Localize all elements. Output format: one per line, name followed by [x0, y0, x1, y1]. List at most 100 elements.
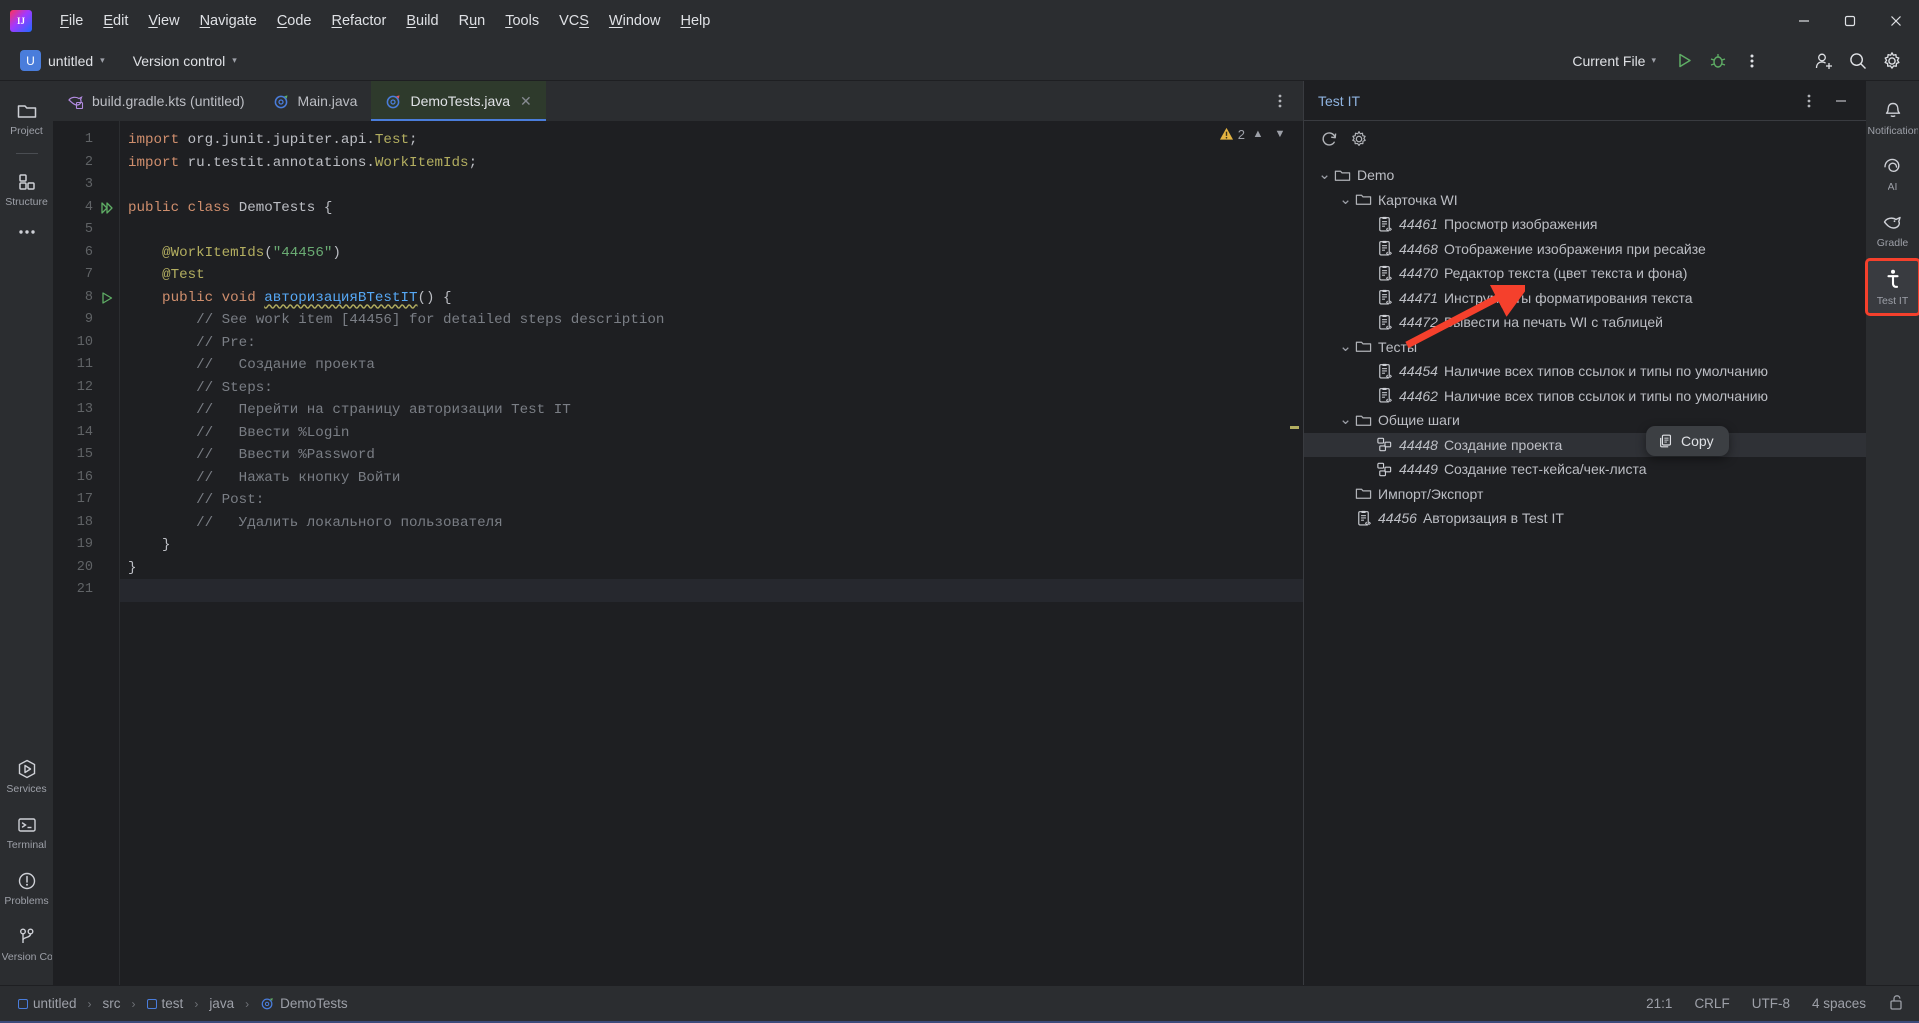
sidebar-item-ai[interactable]: AI	[1868, 149, 1918, 199]
sidebar-item-problems[interactable]: Problems	[2, 863, 52, 913]
menu-run[interactable]: Run	[449, 9, 496, 33]
code-line[interactable]: // Ввести %Login	[120, 422, 1303, 445]
menu-vcs[interactable]: VCS	[549, 9, 599, 33]
tree-row[interactable]: 44456 Авторизация в Test IT	[1304, 506, 1866, 531]
sidebar-item-terminal[interactable]: Terminal	[2, 807, 52, 857]
editor-marker-stripe[interactable]	[1290, 121, 1299, 985]
chevron-down-icon[interactable]: ▼	[1271, 125, 1289, 143]
code-line[interactable]: // Нажать кнопку Войти	[120, 467, 1303, 490]
code-line[interactable]: // See work item [44456] for detailed st…	[120, 309, 1303, 332]
line-separator[interactable]: CRLF	[1694, 996, 1729, 1011]
copy-popup[interactable]: Copy	[1646, 425, 1729, 456]
run-button[interactable]	[1669, 47, 1699, 75]
code-line[interactable]: @Test	[120, 264, 1303, 287]
code-line[interactable]: // Перейти на страницу авторизации Test …	[120, 399, 1303, 422]
tree-row[interactable]: 44461 Просмотр изображения	[1304, 212, 1866, 237]
caret-position[interactable]: 21:1	[1646, 996, 1672, 1011]
settings-button[interactable]	[1877, 47, 1907, 75]
breadcrumb-item[interactable]: test	[143, 994, 188, 1013]
more-actions-button[interactable]	[1737, 47, 1767, 75]
window-minimize-button[interactable]	[1781, 0, 1827, 41]
menu-code[interactable]: Code	[267, 9, 322, 33]
sidebar-more-button[interactable]	[2, 220, 52, 243]
code-line[interactable]: // Создание проекта	[120, 354, 1303, 377]
tree-row[interactable]: 44454 Наличие всех типов ссылок и типы по…	[1304, 359, 1866, 384]
tree-row[interactable]: ⌄ Тесты	[1304, 335, 1866, 360]
code-line[interactable]	[120, 174, 1303, 197]
breadcrumb-item[interactable]: DemoTests	[256, 994, 352, 1013]
testit-hide-button[interactable]	[1826, 87, 1856, 115]
search-everywhere-button[interactable]	[1843, 47, 1873, 75]
menu-window[interactable]: Window	[599, 9, 671, 33]
menu-tools[interactable]: Tools	[495, 9, 549, 33]
code-line[interactable]: // Pre:	[120, 332, 1303, 355]
editor-code[interactable]: import org.junit.jupiter.api.Test; import…	[119, 121, 1303, 985]
chevron-up-icon[interactable]: ▲	[1249, 125, 1267, 143]
tree-row-selected[interactable]: 44448 Создание проекта	[1304, 432, 1866, 457]
file-encoding[interactable]: UTF-8	[1752, 996, 1790, 1011]
window-maximize-button[interactable]	[1827, 0, 1873, 41]
sidebar-item-services[interactable]: Services	[2, 751, 52, 801]
menu-edit[interactable]: Edit	[93, 9, 138, 33]
menu-navigate[interactable]: Navigate	[190, 9, 267, 33]
editor-tab-build-gradle[interactable]: build.gradle.kts (untitled)	[53, 81, 259, 121]
close-icon[interactable]: ✕	[520, 93, 532, 110]
sidebar-item-version-control[interactable]: Version Control	[2, 919, 52, 969]
menu-file[interactable]: File	[50, 9, 93, 33]
tree-row[interactable]: 44472 Вывести на печать WI с таблицей	[1304, 310, 1866, 335]
version-control-widget[interactable]: Version control ▾	[125, 50, 245, 72]
run-test-icon[interactable]	[99, 290, 115, 306]
chevron-down-icon[interactable]: ⌄	[1316, 167, 1333, 182]
sidebar-item-project[interactable]: Project	[2, 93, 52, 143]
sidebar-item-testit[interactable]: Test IT	[1864, 258, 1919, 316]
testit-tree[interactable]: ⌄ Demo ⌄ Карточка WI 44461 Просмотр изображен…	[1304, 157, 1866, 985]
inspection-widget[interactable]: 2 ▲ ▼	[1219, 125, 1289, 143]
editor-tab-options-button[interactable]	[1265, 87, 1295, 115]
menu-refactor[interactable]: Refactor	[322, 9, 397, 33]
warning-marker[interactable]	[1290, 426, 1299, 429]
tree-row[interactable]: 44468 Отображение изображения при ресайзе	[1304, 237, 1866, 262]
breadcrumb-item[interactable]: untitled	[14, 994, 81, 1013]
code-line[interactable]: public void авторизацияВTestIT() {	[120, 287, 1303, 310]
sidebar-item-structure[interactable]: Structure	[2, 164, 52, 214]
code-line[interactable]: import ru.testit.annotations.WorkItemIds…	[120, 152, 1303, 175]
indent-setting[interactable]: 4 spaces	[1812, 996, 1866, 1011]
testit-refresh-button[interactable]	[1316, 126, 1342, 152]
code-line[interactable]: // Post:	[120, 489, 1303, 512]
chevron-down-icon[interactable]: ⌄	[1337, 412, 1354, 427]
tree-row[interactable]: 44471 Инструменты форматирования текста	[1304, 286, 1866, 311]
window-close-button[interactable]	[1873, 0, 1919, 41]
tree-row[interactable]: Импорт/Экспорт	[1304, 482, 1866, 507]
editor-gutter[interactable]: 1 2 3 4 5 6 7 8 9 10 11 12 13 14 15 16 17 18 19 20 21	[53, 121, 119, 985]
read-only-toggle[interactable]	[1888, 993, 1905, 1014]
code-line[interactable]: // Steps:	[120, 377, 1303, 400]
editor-tab-demotests-java[interactable]: DemoTests.java ✕	[371, 81, 547, 121]
chevron-down-icon[interactable]: ⌄	[1337, 339, 1354, 354]
breadcrumb-item[interactable]: src	[99, 994, 125, 1013]
menu-help[interactable]: Help	[670, 9, 720, 33]
tree-row[interactable]: ⌄ Общие шаги	[1304, 408, 1866, 433]
tree-row[interactable]: ⌄ Карточка WI	[1304, 188, 1866, 213]
menu-build[interactable]: Build	[396, 9, 448, 33]
breadcrumb-item[interactable]: java	[205, 994, 238, 1013]
testit-options-button[interactable]	[1794, 87, 1824, 115]
sidebar-item-notifications[interactable]: Notifications	[1868, 93, 1918, 143]
code-line[interactable]: // Ввести %Password	[120, 444, 1303, 467]
code-line[interactable]	[120, 219, 1303, 242]
code-line[interactable]	[120, 579, 1303, 602]
tree-row[interactable]: ⌄ Demo	[1304, 163, 1866, 188]
code-line[interactable]: // Удалить локального пользователя	[120, 512, 1303, 535]
add-collaborator-button[interactable]	[1809, 47, 1839, 75]
tree-row[interactable]: 44462 Наличие всех типов ссылок и типы по…	[1304, 384, 1866, 409]
code-line[interactable]: @WorkItemIds("44456")	[120, 242, 1303, 265]
code-line[interactable]: }	[120, 557, 1303, 580]
code-line[interactable]: }	[120, 534, 1303, 557]
sidebar-item-gradle[interactable]: Gradle	[1868, 205, 1918, 255]
chevron-down-icon[interactable]: ⌄	[1337, 192, 1354, 207]
debug-button[interactable]	[1703, 47, 1733, 75]
testit-settings-button[interactable]	[1346, 126, 1372, 152]
code-line[interactable]: public class DemoTests {	[120, 197, 1303, 220]
menu-view[interactable]: View	[138, 9, 189, 33]
project-widget[interactable]: U untitled ▾	[12, 47, 113, 74]
tree-row[interactable]: 44470 Редактор текста (цвет текста и фона…	[1304, 261, 1866, 286]
